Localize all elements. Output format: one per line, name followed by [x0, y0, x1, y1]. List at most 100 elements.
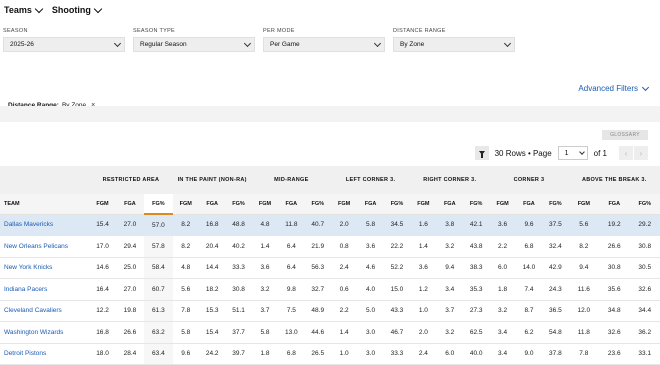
stat-cell: 3.2: [436, 321, 463, 344]
nav-shooting-dropdown[interactable]: Shooting: [52, 4, 103, 15]
table-row: Cleveland Cavaliers 12.2 19.8 61.3 7.8 15.3 51…: [0, 300, 660, 322]
page-select[interactable]: 1: [557, 146, 588, 160]
stat-cell: 5.0: [357, 300, 384, 322]
stat-cell: 0.6: [330, 278, 358, 301]
stat-cell: 4.8: [172, 257, 199, 279]
column-header-fg-pct[interactable]: FG%: [144, 194, 173, 215]
team-link[interactable]: New York Knicks: [0, 257, 90, 279]
stat-cell: 57.8: [144, 235, 173, 258]
column-header-fgm[interactable]: FGM: [568, 194, 600, 215]
stat-cell: 6.0: [489, 257, 516, 279]
stat-cell: 16.4: [89, 278, 116, 301]
chevron-down-icon: [93, 4, 103, 13]
column-header-team[interactable]: TEAM: [0, 194, 90, 215]
stat-cell: 15.4: [89, 214, 116, 236]
stat-cell: 27.0: [115, 214, 145, 236]
per-mode-select[interactable]: Per Game: [263, 37, 385, 52]
stat-cell: 9.8: [278, 278, 305, 301]
stat-cell: 6.2: [515, 321, 543, 344]
column-header-fgm[interactable]: FGM: [330, 194, 358, 215]
stat-cell: 1.4: [410, 235, 437, 258]
column-header-fga[interactable]: FGA: [599, 194, 630, 215]
chevron-down-icon: [113, 39, 122, 47]
team-link[interactable]: Indiana Pacers: [0, 278, 90, 301]
team-link[interactable]: New Orleans Pelicans: [0, 235, 90, 258]
column-header-fgm[interactable]: FGM: [172, 194, 199, 215]
advanced-filters-toggle[interactable]: Advanced Filters: [578, 83, 650, 93]
stat-cell: 18.2: [198, 278, 226, 301]
table-filter-button[interactable]: [474, 146, 489, 160]
column-header-fg-pct[interactable]: FG%: [225, 194, 252, 215]
column-header-fg-pct[interactable]: FG%: [383, 194, 411, 215]
stat-cell: 9.4: [568, 257, 600, 279]
column-header-fgm[interactable]: FGM: [489, 194, 516, 215]
stat-cell: 16.8: [89, 321, 116, 344]
season-type-filter-label: SEASON TYPE: [133, 28, 176, 34]
column-header-fgm[interactable]: FGM: [89, 194, 116, 215]
column-header-fga[interactable]: FGA: [515, 194, 543, 215]
stat-cell: 5.8: [172, 321, 199, 344]
group-header-mid-range: MID-RANGE: [251, 166, 331, 194]
column-header-fga[interactable]: FGA: [115, 194, 145, 215]
stat-cell: 21.9: [304, 235, 331, 258]
column-header-fg-pct[interactable]: FG%: [462, 194, 490, 215]
stat-cell: 13.0: [278, 321, 305, 344]
column-header-fga[interactable]: FGA: [278, 194, 305, 215]
chevron-down-icon: [34, 4, 44, 13]
stat-cell: 3.6: [251, 257, 279, 279]
stat-cell: 36.5: [542, 300, 569, 322]
filters-panel: SEASON 2025-26 SEASON TYPE Regular Seaso…: [0, 20, 660, 109]
stat-cell: 3.4: [489, 343, 516, 365]
stat-cell: 2.4: [410, 343, 437, 365]
stat-cell: 1.2: [410, 278, 437, 301]
glossary-button[interactable]: GLOSSARY: [602, 130, 648, 140]
team-link[interactable]: Washington Wizards: [0, 321, 90, 344]
page-count-text: of 1: [593, 148, 607, 158]
column-header-fga[interactable]: FGA: [436, 194, 463, 215]
group-header-above-the-break-3: ABOVE THE BREAK 3.: [568, 166, 660, 194]
stat-cell: 3.0: [357, 321, 384, 344]
column-header-fgm[interactable]: FGM: [251, 194, 279, 215]
stat-cell: 5.8: [357, 214, 384, 236]
group-header-in-the-paint: IN THE PAINT (NON-RA): [172, 166, 252, 194]
next-page-button[interactable]: ›: [634, 146, 648, 160]
nav-teams-dropdown[interactable]: Teams: [4, 4, 44, 15]
column-header-fg-pct[interactable]: FG%: [629, 194, 660, 215]
chevron-down-icon: [243, 39, 252, 47]
team-link[interactable]: Cleveland Cavaliers: [0, 300, 90, 322]
stat-cell: 34.4: [629, 300, 660, 322]
prev-page-button[interactable]: ‹: [619, 146, 633, 160]
chevron-down-icon: [503, 39, 512, 47]
column-header-fga[interactable]: FGA: [357, 194, 384, 215]
stat-cell: 30.8: [629, 235, 660, 258]
stat-cell: 3.6: [357, 235, 384, 258]
stat-cell: 26.6: [599, 235, 630, 258]
filter-icon: [478, 151, 485, 158]
team-link[interactable]: Detroit Pistons: [0, 343, 90, 365]
stat-cell: 12.2: [89, 300, 116, 322]
stat-cell: 42.1: [462, 214, 490, 236]
stat-cell: 32.6: [629, 278, 660, 301]
stat-cell: 36.2: [629, 321, 660, 344]
column-header-fga[interactable]: FGA: [198, 194, 226, 215]
stat-cell: 48.9: [304, 300, 331, 322]
season-select[interactable]: 2025-26: [3, 37, 125, 52]
stat-cell: 6.0: [436, 343, 463, 365]
per-mode-filter: PER MODE Per Game: [263, 28, 385, 52]
column-header-fgm[interactable]: FGM: [410, 194, 437, 215]
column-header-fg-pct[interactable]: FG%: [304, 194, 331, 215]
stat-cell: 3.2: [251, 278, 279, 301]
stat-cell: 25.0: [115, 257, 145, 279]
group-header-blank: [0, 166, 90, 194]
season-type-select[interactable]: Regular Season: [133, 37, 255, 52]
team-link[interactable]: Dallas Mavericks: [0, 214, 90, 236]
stat-cell: 39.7: [225, 343, 252, 365]
group-header-restricted-area: RESTRICTED AREA: [89, 166, 173, 194]
table-row: Detroit Pistons 18.0 28.4 63.4 9.6 24.2 39.7 1.…: [0, 343, 660, 365]
stat-cell: 8.2: [568, 235, 600, 258]
stat-cell: 7.8: [568, 343, 600, 365]
stat-cell: 1.6: [410, 214, 437, 236]
stat-cell: 6.4: [278, 235, 305, 258]
distance-range-select[interactable]: By Zone: [393, 37, 515, 52]
column-header-fg-pct[interactable]: FG%: [542, 194, 569, 215]
